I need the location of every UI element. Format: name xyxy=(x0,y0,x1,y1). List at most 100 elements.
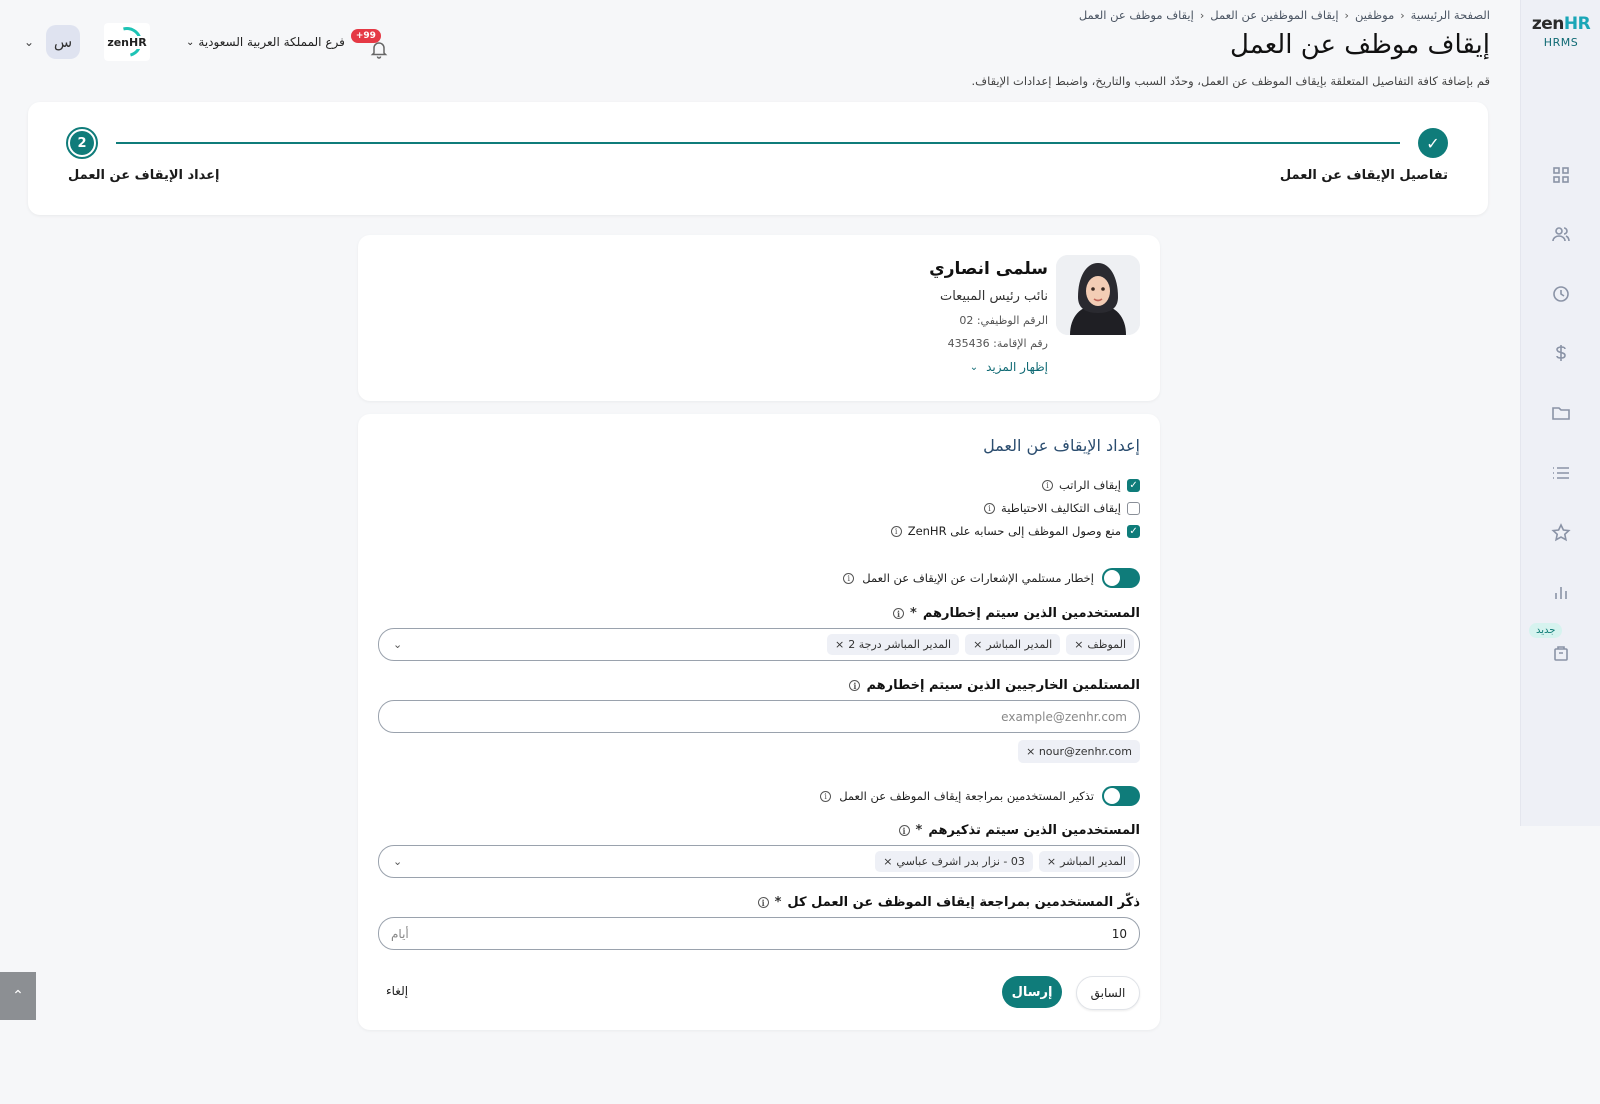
chip-label: المدير المباشر xyxy=(986,638,1053,651)
list-icon[interactable] xyxy=(1551,463,1571,483)
folder-icon[interactable] xyxy=(1551,403,1571,423)
star-icon[interactable] xyxy=(1551,523,1571,543)
external-label-text: المستلمين الخارجيين الذين سيتم إخطارهم xyxy=(866,678,1140,693)
chevron-left-icon: ‹ xyxy=(1199,8,1205,22)
email-chip: × nour@zenhr.com xyxy=(1018,740,1140,763)
show-more-label: إظهار المزيد xyxy=(986,360,1048,374)
step-1-label[interactable]: تفاصيل الإيقاف عن العمل xyxy=(1280,168,1448,183)
chevron-left-icon: ‹ xyxy=(1344,8,1349,22)
chip: المدير المباشر × xyxy=(965,634,1061,655)
breadcrumb: الصفحة الرئيسية ‹ موظفين ‹ إيقاف الموظفي… xyxy=(1079,8,1490,22)
info-icon[interactable]: i xyxy=(893,608,904,619)
page-title: إيقاف موظف عن العمل xyxy=(1230,30,1490,60)
remind-users-select[interactable]: المدير المباشر × 03 - نزار بدر اشرف عباسي… xyxy=(378,845,1140,878)
send-button[interactable]: إرسال xyxy=(1002,976,1062,1008)
notify-toggle-row: إخطار مستلمي الإشعارات عن الإيقاف عن الع… xyxy=(843,568,1140,588)
chevron-up-icon: ⌃ xyxy=(12,988,24,1004)
header-controls: ⌄ س zenHR فرع المملكة العربية السعودية ⌄… xyxy=(20,21,389,63)
dollar-icon[interactable] xyxy=(1551,343,1571,363)
branch-selector[interactable]: فرع المملكة العربية السعودية ⌄ xyxy=(186,35,345,49)
chip: المدير المباشر × xyxy=(1038,851,1134,872)
remind-toggle[interactable] xyxy=(1102,786,1140,806)
chevron-down-icon: ⌄ xyxy=(186,36,195,48)
checkbox-stop-salary[interactable]: ✓ إيقاف الراتب i xyxy=(1041,478,1140,492)
stepper: ✓ 2 تفاصيل الإيقاف عن العمل إعداد الإيقا… xyxy=(28,102,1488,215)
scroll-to-top-button[interactable]: ⌃ xyxy=(0,972,36,1020)
info-icon[interactable]: i xyxy=(898,825,910,836)
show-more-link[interactable]: إظهار المزيد ⌄ xyxy=(929,360,1048,374)
required-mark: * xyxy=(910,606,917,621)
remind-days-input[interactable]: 10 أيام xyxy=(378,917,1140,950)
page-description: قم بإضافة كافة التفاصيل المتعلقة بإيقاف … xyxy=(971,74,1490,88)
close-icon[interactable]: × xyxy=(973,638,982,651)
employee-info: سلمى انصاري نائب رئيس المبيعات الرقم الو… xyxy=(929,259,1048,374)
info-icon[interactable]: i xyxy=(890,525,902,537)
external-email-input[interactable]: example@zenhr.com xyxy=(378,700,1140,733)
remind-every-label-text: ذكّر المستخدمين بمراجعة إيقاف الموظف عن … xyxy=(787,895,1140,910)
external-email-placeholder: example@zenhr.com xyxy=(1001,709,1127,724)
info-icon[interactable]: i xyxy=(820,790,832,802)
close-icon[interactable]: × xyxy=(883,855,892,868)
info-icon[interactable]: i xyxy=(843,572,855,584)
employee-role: نائب رئيس المبيعات xyxy=(939,289,1048,304)
user-avatar[interactable]: س xyxy=(46,25,80,59)
chart-icon[interactable] xyxy=(1551,583,1571,603)
notify-users-label-text: المستخدمين الذين سيتم إخطارهم xyxy=(922,606,1140,621)
required-mark: * xyxy=(774,895,782,910)
chip-label: 03 - نزار بدر اشرف عباسي xyxy=(896,855,1025,868)
chevron-down-icon[interactable]: ⌄ xyxy=(393,855,402,868)
previous-button[interactable]: السابق xyxy=(1076,976,1140,1010)
chevron-down-icon[interactable]: ⌄ xyxy=(393,638,402,651)
remind-users-label-text: المستخدمين الذين سيتم تذكيرهم xyxy=(928,823,1140,838)
employee-name: سلمى انصاري xyxy=(929,259,1048,279)
close-icon[interactable]: × xyxy=(1026,745,1035,758)
bag-icon[interactable] xyxy=(1551,643,1571,663)
notify-users-select[interactable]: الموظف × المدير المباشر × المدير المباشر د… xyxy=(378,628,1140,661)
checkbox-checked-icon[interactable]: ✓ xyxy=(1127,478,1140,492)
checkbox-label: منع وصول الموظف إلى حسابه على ZenHR xyxy=(907,524,1121,538)
info-icon[interactable]: i xyxy=(984,502,996,514)
external-recipients-label: المستلمين الخارجيين الذين سيتم إخطارهم i xyxy=(849,678,1140,693)
brand-sub: HRMS xyxy=(1543,36,1579,49)
notifications-button[interactable]: +99 xyxy=(350,29,389,59)
chevron-down-icon[interactable]: ⌄ xyxy=(20,33,38,51)
suspension-setup-card: إعداد الإيقاف عن العمل ✓ إيقاف الراتب i … xyxy=(358,414,1160,1030)
close-icon[interactable]: × xyxy=(1074,638,1083,651)
email-chip-label: nour@zenhr.com xyxy=(1038,745,1132,758)
checkbox-checked-icon[interactable]: ✓ xyxy=(1127,524,1140,538)
side-rail: zenHR HRMS جديد xyxy=(1520,0,1600,826)
stepper-progress-line xyxy=(116,142,1400,144)
employee-iqama: رقم الإقامة: 435436 xyxy=(947,337,1048,350)
chip-label: المدير المباشر درجة 2 xyxy=(848,638,952,651)
close-icon[interactable]: × xyxy=(835,638,844,651)
employee-photo xyxy=(1056,255,1140,335)
notify-toggle[interactable] xyxy=(1102,568,1140,588)
chevron-down-icon: ⌄ xyxy=(969,361,979,373)
info-icon[interactable]: i xyxy=(1041,479,1053,491)
zenhr-logo[interactable]: zenHR HRMS xyxy=(1521,14,1600,49)
cancel-button[interactable]: إلغاء xyxy=(386,984,408,998)
info-icon[interactable]: i xyxy=(849,680,861,691)
breadcrumb-suspensions[interactable]: إيقاف الموظفين عن العمل xyxy=(1210,8,1338,22)
checkbox-stop-reserve-costs[interactable]: إيقاف التكاليف الاحتياطية i xyxy=(984,501,1140,515)
brand-text: zenHR xyxy=(1531,14,1591,34)
users-icon[interactable] xyxy=(1551,224,1571,244)
checkbox-block-access[interactable]: ✓ منع وصول الموظف إلى حسابه على ZenHR i xyxy=(890,524,1140,538)
clock-icon[interactable] xyxy=(1551,284,1571,304)
breadcrumb-home[interactable]: الصفحة الرئيسية xyxy=(1411,8,1490,22)
breadcrumb-employees[interactable]: موظفين xyxy=(1355,8,1394,22)
info-icon[interactable]: i xyxy=(757,897,769,908)
company-logo: zenHR xyxy=(104,21,150,63)
company-logo-text: zenHR xyxy=(106,35,148,49)
bell-icon xyxy=(370,42,388,59)
remind-users-label: المستخدمين الذين سيتم تذكيرهم * i xyxy=(898,823,1140,838)
step-current-indicator: 2 xyxy=(66,127,98,159)
required-mark: * xyxy=(915,823,923,838)
close-icon[interactable]: × xyxy=(1047,855,1056,868)
check-icon[interactable]: ✓ xyxy=(1418,128,1448,158)
employee-card: سلمى انصاري نائب رئيس المبيعات الرقم الو… xyxy=(358,235,1160,401)
chevron-left-icon: ‹ xyxy=(1400,8,1405,22)
checkbox-unchecked-icon[interactable] xyxy=(1127,501,1140,515)
dashboard-icon[interactable] xyxy=(1551,165,1571,185)
remind-days-unit: أيام xyxy=(391,926,409,941)
